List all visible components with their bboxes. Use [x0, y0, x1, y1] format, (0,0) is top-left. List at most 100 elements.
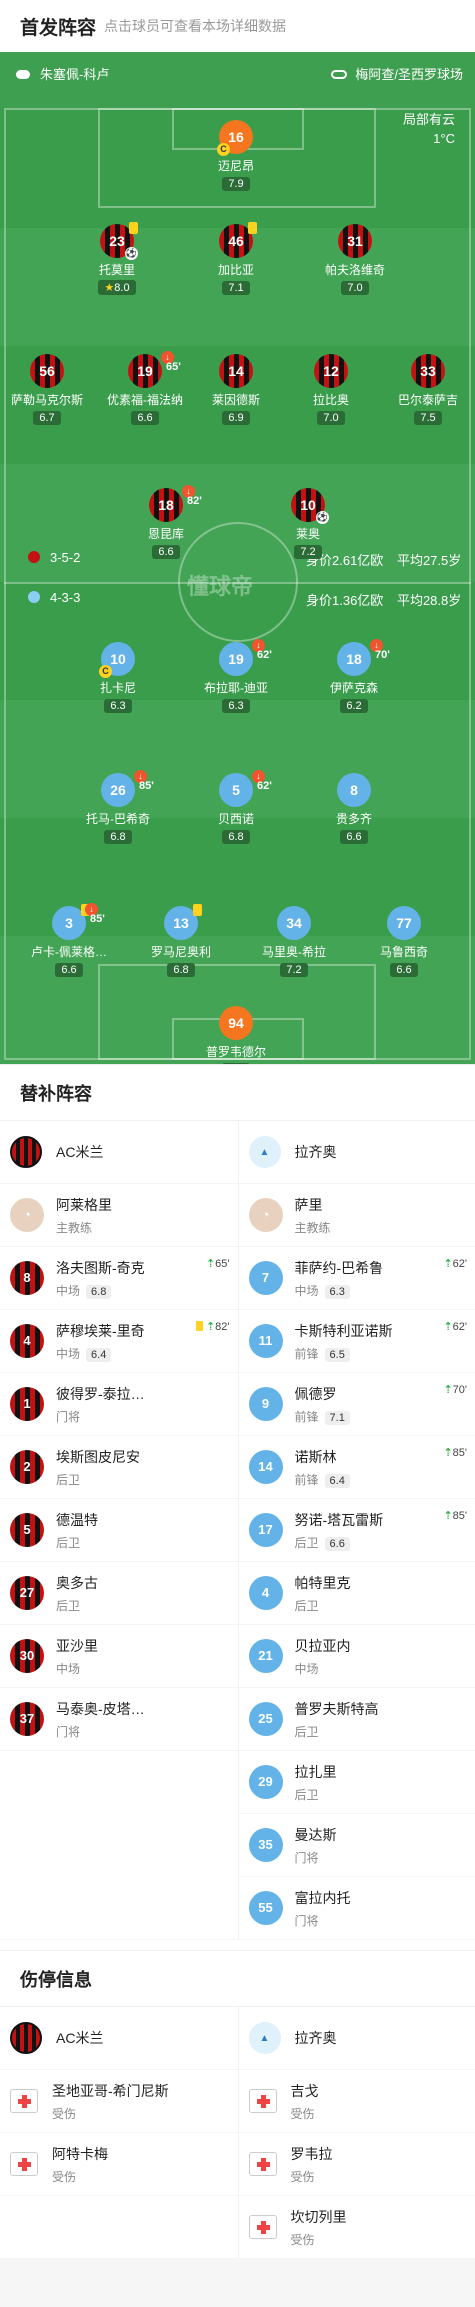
- away-player-19[interactable]: 19↓62'布拉耶-迪亚6.3: [194, 642, 278, 714]
- home-player-56[interactable]: 56萨勒马克尔斯6.7: [5, 354, 89, 426]
- sub-number: 37: [20, 1711, 34, 1726]
- sub-position: 前锋: [295, 1410, 319, 1424]
- home-sub-row[interactable]: 1彼得罗-泰拉…门将: [0, 1373, 238, 1436]
- shirt-icon: 13: [164, 906, 198, 940]
- home-player-19[interactable]: 19↓65'优素福-福法纳6.6: [103, 354, 187, 426]
- home-player-14[interactable]: 14莱因德斯6.9: [194, 354, 278, 426]
- player-name: 卢卡-佩莱格…: [27, 943, 111, 960]
- home-player-12[interactable]: 12拉比奥7.0: [289, 354, 373, 426]
- injury-status: 受伤: [52, 2105, 226, 2122]
- home-player-18[interactable]: 18↓82'恩昆库6.6: [124, 488, 208, 560]
- home-sub-row[interactable]: 27奥多古后卫: [0, 1562, 238, 1625]
- home-player-10[interactable]: 10⚽莱奥7.2: [266, 488, 350, 560]
- player-rating: 6.2: [340, 699, 367, 713]
- player-rating: ★8.0: [98, 280, 135, 295]
- sub-number: 5: [23, 1522, 30, 1537]
- shirt-icon: 56: [30, 354, 64, 388]
- away-player-77[interactable]: 77马鲁西奇6.6: [362, 906, 446, 978]
- away-sub-row[interactable]: 17努诺-塔瓦雷斯后卫6.6⇡85': [239, 1499, 475, 1562]
- sub-position: 后卫: [56, 1473, 80, 1487]
- sub-position: 后卫: [295, 1788, 319, 1802]
- page-footer: [0, 2259, 475, 2307]
- home-injury-row[interactable]: 圣地亚哥-希门尼斯受伤: [0, 2070, 238, 2133]
- sub-name: 诺斯林: [295, 1447, 464, 1467]
- home-injury-row[interactable]: 阿特卡梅受伤: [0, 2133, 238, 2196]
- home-team-row[interactable]: AC米兰: [0, 2007, 238, 2070]
- sub-number: 7: [262, 1270, 269, 1285]
- home-sub-row[interactable]: 8洛夫图斯-奇克中场6.8⇡65': [0, 1247, 238, 1310]
- away-sub-row[interactable]: 7菲萨约-巴希鲁中场6.3⇡62': [239, 1247, 475, 1310]
- home-player-23[interactable]: 23⚽托莫里★8.0: [75, 224, 159, 296]
- sub-rating: 6.5: [325, 1348, 350, 1362]
- sub-name: 洛夫图斯-奇克: [56, 1258, 226, 1278]
- sub-name: 彼得罗-泰拉…: [56, 1384, 226, 1404]
- home-player-31[interactable]: 31帕夫洛维奇7.0: [313, 224, 397, 296]
- player-name: 恩昆库: [124, 525, 208, 542]
- sub-rating: 6.8: [86, 1285, 111, 1299]
- injury-status: 受伤: [291, 2168, 464, 2185]
- player-number: 46: [228, 233, 244, 249]
- away-team-row[interactable]: ▲ 拉齐奥: [239, 2007, 475, 2070]
- away-sub-row[interactable]: 14诺斯林前锋6.4⇡85': [239, 1436, 475, 1499]
- shirt-icon: 14: [249, 1450, 283, 1484]
- away-sub-row[interactable]: 29拉扎里后卫: [239, 1751, 475, 1814]
- away-injury-row[interactable]: 罗韦拉受伤: [239, 2133, 475, 2196]
- away-coach-role: 主教练: [295, 1219, 464, 1236]
- player-number: 3: [65, 915, 73, 931]
- shirt-icon: 55: [249, 1891, 283, 1925]
- lineup-title: 首发阵容: [20, 13, 96, 40]
- away-coach-row[interactable]: ◔ 萨里 主教练: [239, 1184, 475, 1247]
- away-player-3[interactable]: 3↓85'卢卡-佩莱格…6.6: [27, 906, 111, 978]
- player-name: 莱因德斯: [194, 391, 278, 408]
- player-name: 布拉耶-迪亚: [194, 679, 278, 696]
- pitch: 朱塞佩-科卢 梅阿查/圣西罗球场 局部有云 1°C 懂球帝 3-5-2 身价2.…: [0, 52, 475, 1064]
- away-sub-row[interactable]: 25普罗夫斯特高后卫: [239, 1688, 475, 1751]
- away-player-5[interactable]: 5↓62'贝西诺6.8: [194, 773, 278, 845]
- away-player-18[interactable]: 18↓70'伊萨克森6.2: [312, 642, 396, 714]
- home-player-33[interactable]: 33巴尔泰萨吉7.5: [386, 354, 470, 426]
- player-name: 马鲁西奇: [362, 943, 446, 960]
- shirt-icon: 19↓65': [128, 354, 162, 388]
- away-player-94[interactable]: 94普罗韦德尔7.1: [194, 1006, 278, 1064]
- sub-position: 前锋: [295, 1473, 319, 1487]
- away-sub-row[interactable]: 4帕特里克后卫: [239, 1562, 475, 1625]
- away-sub-row[interactable]: 21贝拉亚内中场: [239, 1625, 475, 1688]
- shirt-icon: 10C: [101, 642, 135, 676]
- away-sub-row[interactable]: 11卡斯特利亚诺斯前锋6.5⇡62': [239, 1310, 475, 1373]
- away-player-26[interactable]: 26↓85'托马-巴希奇6.8: [76, 773, 160, 845]
- away-player-13[interactable]: 13罗马尼奥利6.8: [139, 906, 223, 978]
- player-rating: 7.2: [294, 545, 321, 559]
- home-coach-row[interactable]: ◔ 阿莱格里 主教练: [0, 1184, 238, 1247]
- home-sub-row[interactable]: 2埃斯图皮尼安后卫: [0, 1436, 238, 1499]
- away-sub-row[interactable]: 55富拉内托门将: [239, 1877, 475, 1940]
- player-name: 优素福-福法纳: [103, 391, 187, 408]
- player-number: 34: [286, 915, 302, 931]
- away-sub-row[interactable]: 35曼达斯门将: [239, 1814, 475, 1877]
- away-injury-row[interactable]: 吉戈受伤: [239, 2070, 475, 2133]
- shirt-icon: 5: [10, 1513, 44, 1547]
- sub-position: 门将: [295, 1914, 319, 1928]
- away-player-8[interactable]: 8贵多齐6.6: [312, 773, 396, 845]
- sub-number: 4: [262, 1585, 269, 1600]
- home-player-46[interactable]: 46加比亚7.1: [194, 224, 278, 296]
- player-rating: 6.9: [222, 411, 249, 425]
- sub-name: 拉扎里: [295, 1762, 464, 1782]
- home-player-16[interactable]: 16C迈尼昂7.9: [194, 120, 278, 192]
- home-team-row[interactable]: AC米兰: [0, 1121, 238, 1184]
- home-sub-row[interactable]: 5德温特后卫: [0, 1499, 238, 1562]
- medical-cross-icon: [249, 2215, 277, 2239]
- sub-number: 35: [258, 1837, 272, 1852]
- sub-minute: 70': [375, 638, 390, 672]
- away-sub-row[interactable]: 9佩德罗前锋7.1⇡70': [239, 1373, 475, 1436]
- yellow-card-icon: [129, 222, 138, 234]
- away-injury-row[interactable]: 坎切列里受伤: [239, 2196, 475, 2259]
- injured-player-name: 吉戈: [291, 2081, 464, 2101]
- home-sub-row[interactable]: 37马泰奥-皮塔…门将: [0, 1688, 238, 1751]
- away-player-10[interactable]: 10C扎卡尼6.3: [76, 642, 160, 714]
- home-sub-row[interactable]: 4萨穆埃莱-里奇中场6.4⇡82': [0, 1310, 238, 1373]
- lineup-header: 首发阵容 点击球员可查看本场详细数据: [0, 0, 475, 52]
- away-team-row[interactable]: ▲ 拉齐奥: [239, 1121, 475, 1184]
- away-player-34[interactable]: 34马里奥-希拉7.2: [252, 906, 336, 978]
- player-name: 帕夫洛维奇: [313, 261, 397, 278]
- home-sub-row[interactable]: 30亚沙里中场: [0, 1625, 238, 1688]
